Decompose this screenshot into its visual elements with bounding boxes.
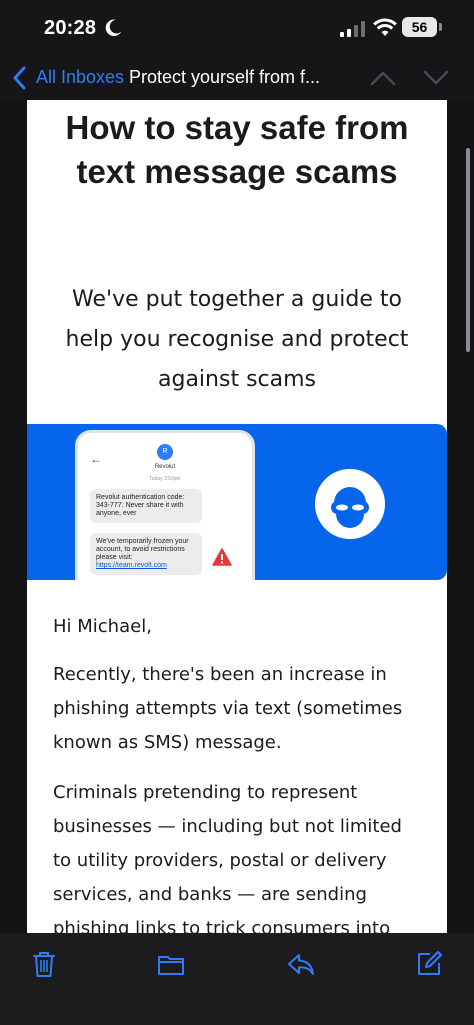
back-to-inboxes-button[interactable]: All Inboxes [36,67,124,88]
cellular-signal-icon [340,21,365,37]
sms-bubble-phishing: We've temporarily frozen your account, t… [90,533,202,575]
reply-icon[interactable] [286,949,316,979]
folder-icon[interactable] [156,949,186,979]
sms-phishing-link: https://team.revolt.com [96,562,167,569]
arrow-left-icon: ← [90,452,102,466]
mail-nav-bar: All Inboxes Protect yourself from f... [0,58,474,100]
email-greeting: Hi Michael, [53,616,152,637]
hero-banner: ← R Revolut Today 3:50pm Revolut authent… [27,424,447,580]
content-margin-left [0,100,27,933]
email-subheading: We've put together a guide to help you r… [65,287,409,392]
warning-icon [212,548,232,566]
compose-icon[interactable] [414,949,444,979]
status-bar: 20:28 56 [0,0,474,58]
sms-bubble-auth-code: Revolut authentication code: 343-777. Ne… [90,489,202,523]
message-time: Today 3:50pm [149,476,181,482]
email-paragraph: Criminals pretending to represent busine… [53,782,402,933]
status-time: 20:28 [44,17,97,39]
mail-toolbar [0,933,474,1025]
email-paragraph: Recently, there's been an increase in ph… [53,664,403,753]
chevron-left-icon[interactable] [12,66,26,90]
trash-icon[interactable] [29,949,59,979]
message-subject-title: Protect yourself from f... [129,67,321,87]
email-body[interactable]: How to stay safe from text message scams… [27,100,447,933]
wifi-icon [373,18,397,36]
sms-phishing-text: We've temporarily frozen your account, t… [96,538,189,561]
email-headline: How to stay safe from text message scams [65,109,409,190]
sender-name: Revolut [154,464,176,470]
battery-level: 56 [402,17,437,37]
scrollbar-thumb[interactable] [466,148,470,352]
sender-avatar: R [157,444,173,460]
chevron-up-icon[interactable] [369,69,397,87]
chevron-down-icon[interactable] [422,69,450,87]
battery-tip [439,23,442,31]
phone-illustration: ← R Revolut Today 3:50pm Revolut authent… [75,430,255,580]
masked-thief-icon [331,487,369,528]
moon-icon [105,19,122,37]
